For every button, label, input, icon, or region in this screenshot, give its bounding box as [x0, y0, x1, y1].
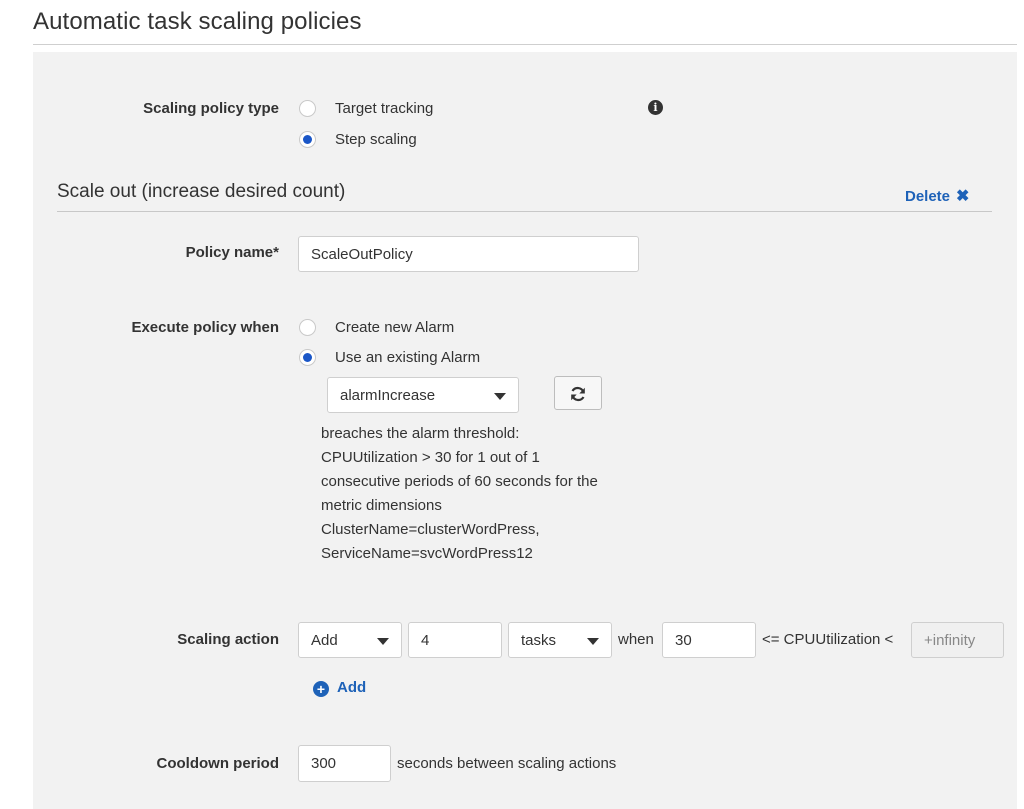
alarm-description-line: ServiceName=svcWordPress12 [321, 545, 533, 562]
scaling-policy-type-label: Scaling policy type [143, 100, 279, 117]
step-scaling-radio[interactable] [299, 131, 316, 148]
section-divider [57, 211, 992, 212]
upper-bound-input: +infinity [911, 622, 1004, 658]
close-icon[interactable]: ✖ [956, 188, 969, 205]
page-title: Automatic task scaling policies [33, 8, 362, 35]
alarm-description-line: metric dimensions [321, 497, 442, 514]
refresh-icon [571, 386, 585, 402]
alarm-description-line: CPUUtilization > 30 for 1 out of 1 [321, 449, 540, 466]
use-existing-alarm-radio[interactable] [299, 349, 316, 366]
policy-name-input[interactable]: ScaleOutPolicy [298, 236, 639, 272]
chevron-down-icon [494, 393, 506, 400]
target-tracking-radio[interactable] [299, 100, 316, 117]
plus-circle-icon: + [313, 681, 329, 697]
add-step-button[interactable]: + Add [313, 679, 366, 697]
chevron-down-icon [587, 638, 599, 645]
alarm-description-line: consecutive periods of 60 seconds for th… [321, 473, 598, 490]
delete-policy-button[interactable]: Delete ✖ [905, 186, 969, 206]
cooldown-period-label: Cooldown period [156, 755, 279, 772]
alarm-select[interactable]: alarmIncrease [327, 377, 519, 413]
alarm-select-value: alarmIncrease [340, 387, 436, 404]
cooldown-suffix: seconds between scaling actions [397, 755, 617, 772]
add-step-label[interactable]: Add [337, 679, 366, 696]
scaling-unit-value: tasks [521, 632, 557, 649]
create-new-alarm-label[interactable]: Create new Alarm [335, 319, 454, 336]
refresh-alarms-button[interactable] [554, 376, 602, 410]
metric-condition-text: <= CPUUtilization < [762, 631, 894, 648]
execute-policy-when-label: Execute policy when [131, 319, 279, 336]
title-divider [33, 44, 1017, 45]
cooldown-input[interactable]: 300 [298, 745, 391, 782]
use-existing-alarm-label[interactable]: Use an existing Alarm [335, 349, 480, 366]
delete-label[interactable]: Delete [905, 188, 950, 205]
lower-bound-input[interactable]: 30 [662, 622, 756, 658]
alarm-description: breaches the alarm threshold: CPUUtiliza… [321, 422, 651, 566]
scaling-action-label: Scaling action [177, 631, 279, 648]
chevron-down-icon [377, 638, 389, 645]
alarm-description-line: ClusterName=clusterWordPress, [321, 521, 540, 538]
create-new-alarm-radio[interactable] [299, 319, 316, 336]
target-tracking-label[interactable]: Target tracking [335, 100, 433, 117]
scaling-action-value: Add [311, 632, 338, 649]
step-scaling-label[interactable]: Step scaling [335, 131, 417, 148]
scaling-unit-select[interactable]: tasks [508, 622, 612, 658]
scale-out-heading: Scale out (increase desired count) [57, 181, 346, 202]
scaling-amount-input[interactable]: 4 [408, 622, 502, 658]
info-icon[interactable]: i [648, 100, 663, 115]
when-text: when [618, 631, 654, 648]
scaling-action-select[interactable]: Add [298, 622, 402, 658]
alarm-description-line: breaches the alarm threshold: [321, 425, 520, 442]
policy-name-label: Policy name* [185, 244, 279, 261]
